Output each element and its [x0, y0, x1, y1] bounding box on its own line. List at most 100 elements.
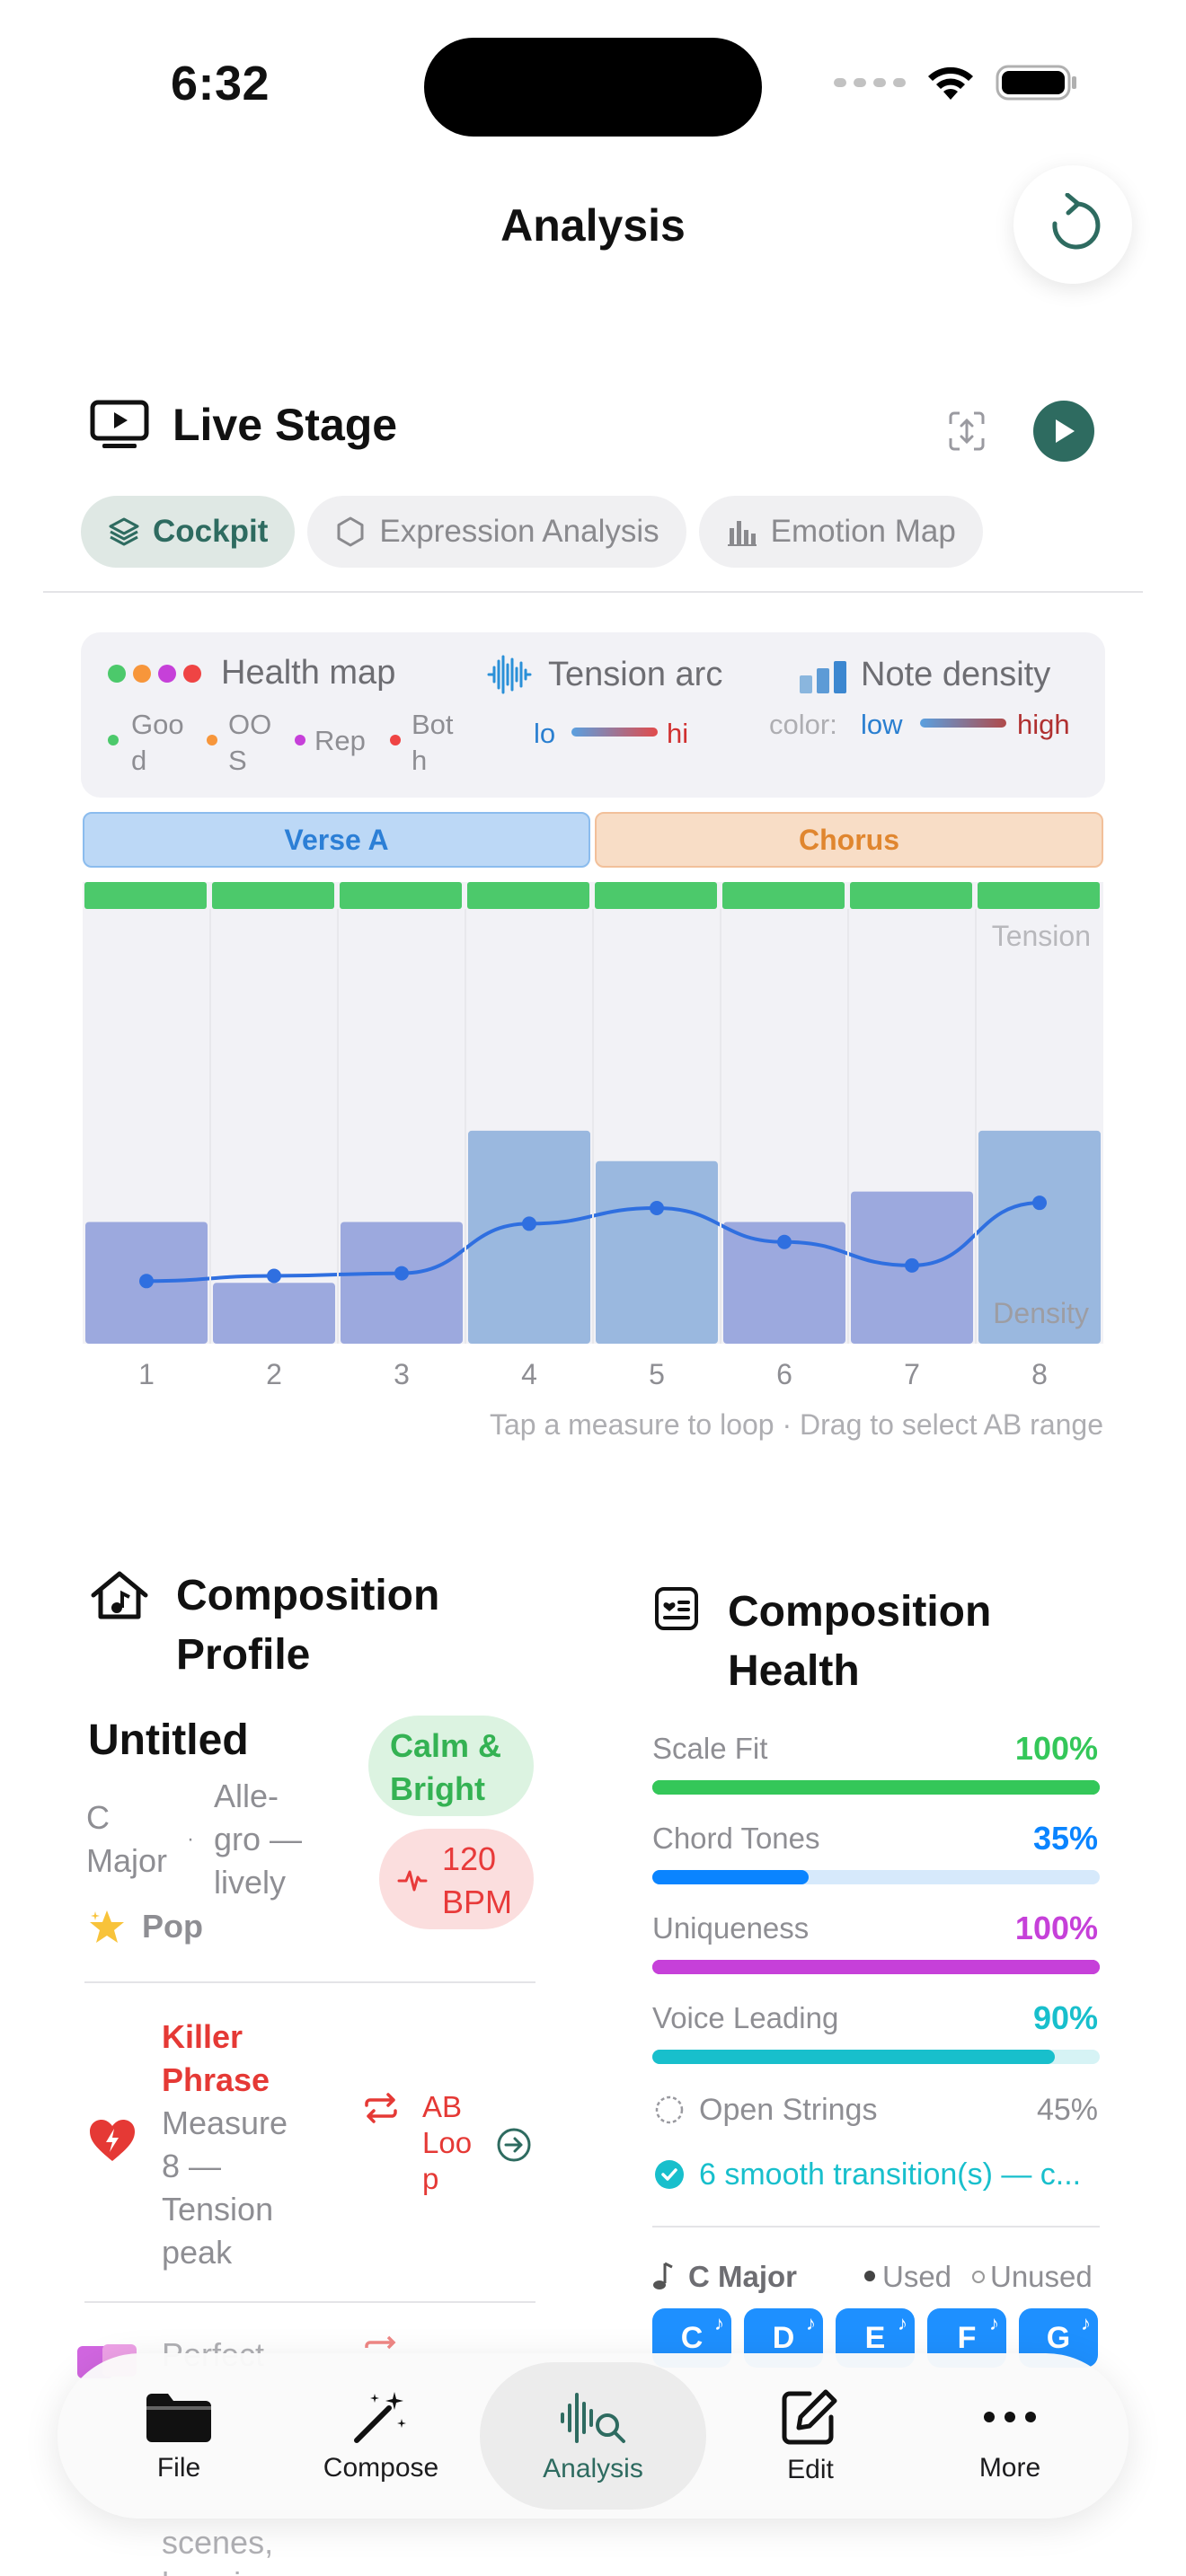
- grid-line: [975, 909, 977, 1344]
- ab-loop-1: AB: [422, 2090, 463, 2123]
- chart-hint: Tap a measure to loop · Drag to select A…: [489, 1408, 1103, 1441]
- health-segment: [340, 882, 462, 909]
- measure-label: 5: [649, 1358, 665, 1390]
- health-card-icon: [655, 1587, 698, 1630]
- open-strings-value: 45%: [1036, 2093, 1098, 2127]
- tempo-line2: gro —: [214, 1821, 303, 1857]
- checkmark-circle-icon: [655, 2160, 684, 2189]
- killer-phrase-title: Killer Phrase: [162, 2016, 270, 2102]
- ab-loop-2: Loo: [422, 2126, 473, 2159]
- arrow-circle-icon[interactable]: [496, 2127, 532, 2163]
- ab-loop-button[interactable]: AB Loo p: [422, 2089, 476, 2197]
- edit-icon: [782, 2389, 837, 2445]
- unused-dot: [972, 2271, 985, 2283]
- repeat-icon[interactable]: [363, 2093, 399, 2123]
- more-icon: [984, 2412, 1036, 2422]
- tension-point: [1032, 1195, 1047, 1211]
- next-desc-1: scenes,: [162, 2524, 274, 2561]
- health-segment: [850, 882, 972, 909]
- grid-line: [592, 909, 594, 1344]
- metric-fill: [652, 1780, 1100, 1795]
- mood-badge: Calm & Bright: [368, 1716, 534, 1816]
- tabbar-analysis-label: Analysis: [543, 2454, 643, 2483]
- grid-line: [847, 909, 849, 1344]
- measure-label: 1: [138, 1358, 155, 1390]
- metric-value: 100%: [1014, 1730, 1098, 1767]
- metric-fill: [652, 1960, 1100, 1974]
- meta-separator: ·: [187, 1827, 194, 1851]
- density-bar[interactable]: [596, 1160, 718, 1344]
- measure-label: 7: [904, 1358, 920, 1390]
- tabbar-file[interactable]: File: [111, 2353, 246, 2519]
- chip-c-label: C: [680, 2320, 704, 2355]
- chip-d-label: D: [772, 2320, 795, 2355]
- tension-point: [267, 1268, 281, 1284]
- folder-icon: [146, 2394, 211, 2442]
- measure-label: 4: [521, 1358, 537, 1390]
- metric-track: [652, 1870, 1100, 1884]
- tabbar-file-label: File: [156, 2453, 201, 2483]
- bpm-line1: 120: [442, 1840, 497, 1877]
- health-title-line1: Composition: [728, 1588, 992, 1636]
- tempo-label: Alle- gro — lively: [214, 1775, 302, 1904]
- open-strings-label: Open Strings: [699, 2093, 878, 2127]
- killer-desc-4: peak: [162, 2234, 233, 2271]
- composition-health-title: Composition Health: [728, 1583, 1087, 1701]
- metric-label: Voice Leading: [652, 2001, 839, 2034]
- killer-desc-3: Tension: [162, 2191, 274, 2228]
- metric-fill: [652, 1870, 810, 1884]
- heartbeat-icon: [397, 1870, 428, 1892]
- tension-point: [905, 1257, 919, 1273]
- metric-value: 90%: [1032, 1999, 1098, 2036]
- health-segment: [84, 882, 207, 909]
- measure-label: 6: [776, 1358, 792, 1390]
- composition-name: Untitled: [88, 1716, 249, 1764]
- density-bar[interactable]: [341, 1222, 463, 1344]
- dashed-circle-icon: [655, 2095, 684, 2124]
- metric-fill: [652, 2050, 1056, 2064]
- measure-label: 8: [1031, 1358, 1048, 1390]
- genre-text: Pop: [142, 1908, 203, 1945]
- tabbar-compose[interactable]: Compose: [309, 2353, 453, 2519]
- metric-track: [652, 1780, 1100, 1795]
- tabbar-edit[interactable]: Edit: [748, 2353, 873, 2519]
- metric-value: 35%: [1032, 1820, 1098, 1857]
- bpm-badge: 120 BPM: [379, 1829, 534, 1929]
- bottom-tab-bar: File Compose Analysis Edit More: [58, 2353, 1128, 2519]
- next-desc-2: happi-: [162, 2563, 341, 2576]
- next-item-desc: scenes, happi-: [162, 2522, 341, 2576]
- used-dot: [864, 2271, 875, 2281]
- health-segment: [978, 882, 1100, 909]
- chip-f-label: F: [957, 2320, 977, 2355]
- metric-label: Uniqueness: [652, 1911, 810, 1945]
- grid-line: [465, 909, 466, 1344]
- magic-wand-icon: [354, 2392, 406, 2443]
- divider: [652, 2226, 1100, 2228]
- tabbar-more[interactable]: More: [947, 2353, 1073, 2519]
- tabbar-edit-label: Edit: [787, 2455, 834, 2484]
- health-segment: [722, 882, 845, 909]
- tension-point: [650, 1200, 664, 1215]
- divider: [84, 2301, 535, 2303]
- killer-line2: Phrase: [162, 2061, 270, 2098]
- ab-loop-3: p: [422, 2162, 439, 2195]
- chip-g-label: G: [1046, 2320, 1071, 2355]
- grid-line: [337, 909, 339, 1344]
- metric-label: Chord Tones: [652, 1822, 820, 1855]
- key-label: C Major: [86, 1796, 167, 1883]
- grid-line: [209, 909, 211, 1344]
- tension-point: [394, 1266, 409, 1281]
- density-bar[interactable]: [213, 1283, 335, 1344]
- tabbar-more-label: More: [978, 2453, 1041, 2483]
- waveform-search-icon: [561, 2393, 625, 2443]
- tabbar-analysis[interactable]: Analysis: [516, 2353, 670, 2519]
- key-line2: Major: [86, 1842, 168, 1879]
- density-bar[interactable]: [468, 1130, 590, 1344]
- metric-value: 100%: [1014, 1910, 1098, 1946]
- bpm-line2: BPM: [442, 1883, 513, 1920]
- transitions-text[interactable]: 6 smooth transition(s) — c...: [699, 2157, 1081, 2192]
- composition-profile-title: Composition Profile: [176, 1566, 553, 1685]
- divider: [84, 1981, 535, 1983]
- killer-desc-2: 8 —: [162, 2148, 222, 2184]
- star-icon: [90, 1910, 124, 1943]
